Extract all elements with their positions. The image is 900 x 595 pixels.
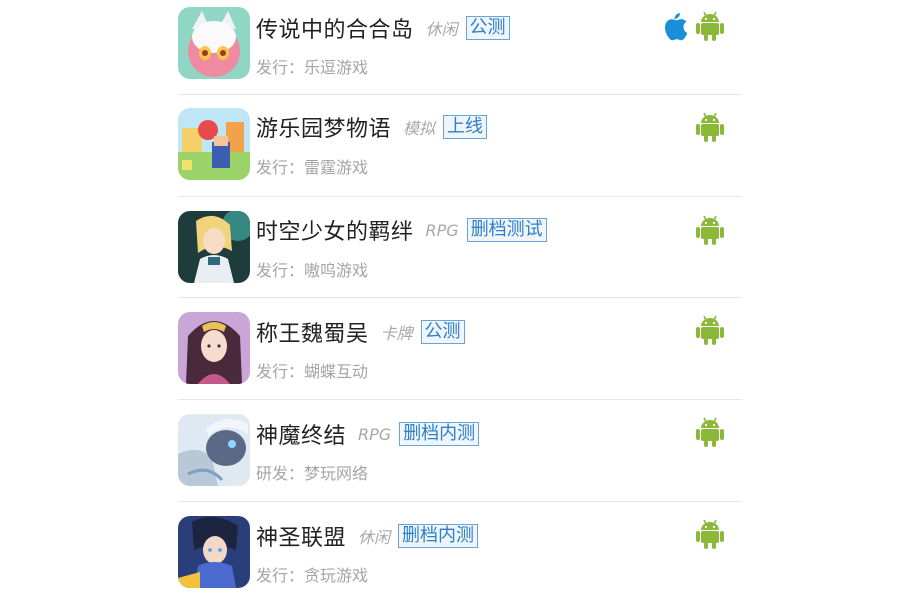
list-item[interactable]: 神魔终结 RPG 删档内测 研发：梦玩网络: [178, 400, 742, 502]
status-badge: 删档内测: [398, 524, 479, 548]
platform-icons: [696, 314, 724, 346]
title-line: 神圣联盟 休闲 删档内测: [256, 520, 479, 552]
status-badge: 删档内测: [399, 422, 480, 446]
game-icon-image[interactable]: [178, 7, 250, 79]
game-genre: RPG: [358, 424, 392, 444]
android-icon[interactable]: [696, 416, 724, 448]
game-icon-image[interactable]: [178, 414, 250, 486]
list-item[interactable]: 游乐园梦物语 模拟 上线 发行：雷霆游戏: [178, 95, 742, 197]
game-name[interactable]: 传说中的合合岛: [256, 12, 414, 44]
publisher-label: 研发：梦玩网络: [256, 464, 369, 483]
game-name[interactable]: 神圣联盟: [256, 520, 346, 552]
game-icon-image[interactable]: [178, 211, 250, 283]
game-icon-image[interactable]: [178, 108, 250, 180]
title-line: 游乐园梦物语 模拟 上线: [256, 111, 488, 143]
platform-icons: [696, 111, 724, 143]
game-icon-image[interactable]: [178, 516, 250, 588]
apple-icon[interactable]: [660, 10, 688, 42]
status-badge: 删档测试: [466, 218, 547, 242]
game-genre: 休闲: [425, 20, 458, 39]
game-name[interactable]: 神魔终结: [256, 418, 346, 450]
publisher-label: 发行：嗷呜游戏: [256, 261, 369, 280]
game-name[interactable]: 时空少女的羁绊: [256, 214, 414, 246]
publisher-label: 发行：蝴蝶互动: [256, 362, 369, 381]
game-genre: 卡牌: [380, 324, 413, 343]
game-icon-image[interactable]: [178, 312, 250, 384]
title-line: 称王魏蜀吴 卡牌 公测: [256, 316, 465, 348]
game-name[interactable]: 称王魏蜀吴: [256, 316, 369, 348]
android-icon[interactable]: [696, 10, 724, 42]
platform-icons: [696, 416, 724, 448]
title-line: 传说中的合合岛 休闲 公测: [256, 12, 510, 44]
publisher-label: 发行：乐逗游戏: [256, 58, 369, 77]
android-icon[interactable]: [696, 518, 724, 550]
android-icon[interactable]: [696, 314, 724, 346]
publisher-label: 发行：贪玩游戏: [256, 566, 369, 585]
game-genre: 模拟: [403, 119, 436, 138]
game-list: 传说中的合合岛 休闲 公测 发行：乐逗游戏 游乐园梦物语 模拟 上线 发行：雷霆…: [178, 0, 742, 595]
platform-icons: [696, 214, 724, 246]
list-item[interactable]: 传说中的合合岛 休闲 公测 发行：乐逗游戏: [178, 0, 742, 95]
game-genre: RPG: [425, 220, 459, 240]
status-badge: 上线: [443, 115, 488, 139]
publisher-label: 发行：雷霆游戏: [256, 158, 369, 177]
android-icon[interactable]: [696, 214, 724, 246]
android-icon[interactable]: [696, 111, 724, 143]
platform-icons: [660, 10, 724, 42]
title-line: 时空少女的羁绊 RPG 删档测试: [256, 214, 547, 246]
title-line: 神魔终结 RPG 删档内测: [256, 418, 480, 450]
list-item[interactable]: 称王魏蜀吴 卡牌 公测 发行：蝴蝶互动: [178, 298, 742, 400]
game-name[interactable]: 游乐园梦物语: [256, 111, 391, 143]
status-badge: 公测: [465, 16, 510, 40]
list-item[interactable]: 神圣联盟 休闲 删档内测 发行：贪玩游戏: [178, 502, 742, 595]
platform-icons: [696, 518, 724, 550]
list-item[interactable]: 时空少女的羁绊 RPG 删档测试 发行：嗷呜游戏: [178, 197, 742, 298]
status-badge: 公测: [420, 320, 465, 344]
game-genre: 休闲: [358, 528, 391, 547]
